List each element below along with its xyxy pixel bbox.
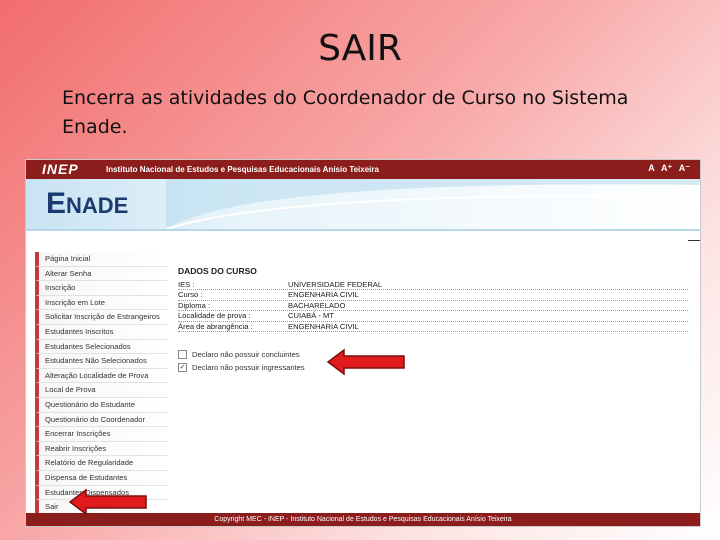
menu-item-estudantes-inscritos[interactable]: Estudantes Inscritos <box>35 324 167 340</box>
course-info-row: Localidade de prova : CUIABÁ - MT <box>178 311 688 322</box>
menu-item-estudantes-selecionados[interactable]: Estudantes Selecionados <box>35 339 167 355</box>
declarations: Declaro não possuir concluintes ✓ Declaro … <box>178 348 305 374</box>
declaration-checkbox[interactable]: ✓ <box>178 363 187 372</box>
course-data-title: DADOS DO CURSO <box>178 266 257 276</box>
menu-item-alteracao-localidade-de-prova[interactable]: Alteração Localidade de Prova <box>35 368 167 384</box>
declaration-label: Declaro não possuir ingressantes <box>192 363 305 372</box>
arrow-left-icon <box>68 488 147 516</box>
course-info-label: IES : <box>178 280 195 289</box>
course-info-value: ENGENHARIA CIVIL <box>288 321 359 331</box>
menu-item-relatorio-de-regularidade[interactable]: Relatório de Regularidade <box>35 456 167 471</box>
menu-item-questionario-do-estudante[interactable]: Questionário do Estudante <box>35 397 167 413</box>
font-decrease-button[interactable]: A⁻ <box>679 163 690 173</box>
menu-item-questionario-do-coordenador[interactable]: Questionário do Coordenador <box>35 412 167 428</box>
divider <box>688 240 700 241</box>
course-info-row: Curso : ENGENHARIA CIVIL <box>178 290 688 301</box>
declaration-row: ✓ Declaro não possuir ingressantes <box>178 361 305 374</box>
arrow-left-icon <box>326 348 405 376</box>
course-info-label: Localidade de prova : <box>178 311 251 321</box>
course-info-label: Curso : <box>178 290 203 300</box>
course-info-label: Área de abrangência : <box>178 321 253 331</box>
font-size-tools: A A⁺ A⁻ <box>644 163 690 174</box>
menu-item-alterar-senha[interactable]: Alterar Senha <box>35 266 167 282</box>
declaration-row: Declaro não possuir concluintes <box>178 348 305 361</box>
course-info-value: UNIVERSIDADE FEDERAL <box>288 280 383 289</box>
course-info-row: IES : UNIVERSIDADE FEDERAL <box>178 280 688 291</box>
menu-item-inscricao[interactable]: Inscrição <box>35 281 167 296</box>
enade-logo: ENADE <box>46 187 129 220</box>
slide-description: Encerra as atividades do Coordenador de … <box>62 87 629 138</box>
enade-banner: ENADE <box>26 179 700 231</box>
enade-screenshot: INEP Instituto Nacional de Estudos e Pes… <box>26 160 700 526</box>
course-data: DADOS DO CURSO IES : UNIVERSIDADE FEDERAL… <box>178 266 688 332</box>
menu-item-inscricao-em-lote[interactable]: Inscrição em Lote <box>35 295 167 311</box>
font-normal-button[interactable]: A <box>648 163 654 173</box>
course-info-value: BACHARELADO <box>288 300 346 310</box>
top-bar: INEP Instituto Nacional de Estudos e Pes… <box>26 160 700 179</box>
course-info-label: Diploma : <box>178 300 211 310</box>
course-info-row: Diploma : BACHARELADO <box>178 300 688 312</box>
menu-item-encerrar-inscricoes[interactable]: Encerrar Inscrições <box>35 427 167 442</box>
course-info-row: Área de abrangência : ENGENHARIA CIVIL <box>178 322 688 332</box>
banner-decoration <box>166 179 700 229</box>
declaration-label: Declaro não possuir concluintes <box>192 350 300 359</box>
menu-item-dispensa-de-estudantes[interactable]: Dispensa de Estudantes <box>35 470 167 486</box>
course-info-value: CUIABÁ - MT <box>288 311 334 321</box>
institution-name: Instituto Nacional de Estudos e Pesquisa… <box>106 165 379 174</box>
font-increase-button[interactable]: A⁺ <box>661 163 672 173</box>
menu-item-solicitar-inscricao-de-estrangeiros[interactable]: Solicitar Inscrição de Estrangeiros <box>35 310 167 325</box>
side-menu: Página Inicial Alterar Senha Inscrição Insc… <box>35 252 167 515</box>
course-info-value: ENGENHARIA CIVIL <box>288 290 359 300</box>
menu-item-pagina-inicial[interactable]: Página Inicial <box>35 252 167 267</box>
declaration-checkbox[interactable] <box>178 350 187 359</box>
menu-item-estudantes-nao-selecionados[interactable]: Estudantes Não Selecionados <box>35 354 167 369</box>
menu-item-local-de-prova[interactable]: Local de Prova <box>35 383 167 398</box>
slide-title: SAIR <box>318 28 402 69</box>
inep-logo: INEP <box>42 161 79 177</box>
menu-item-reabrir-inscricoes[interactable]: Reabrir Inscrições <box>35 441 167 457</box>
